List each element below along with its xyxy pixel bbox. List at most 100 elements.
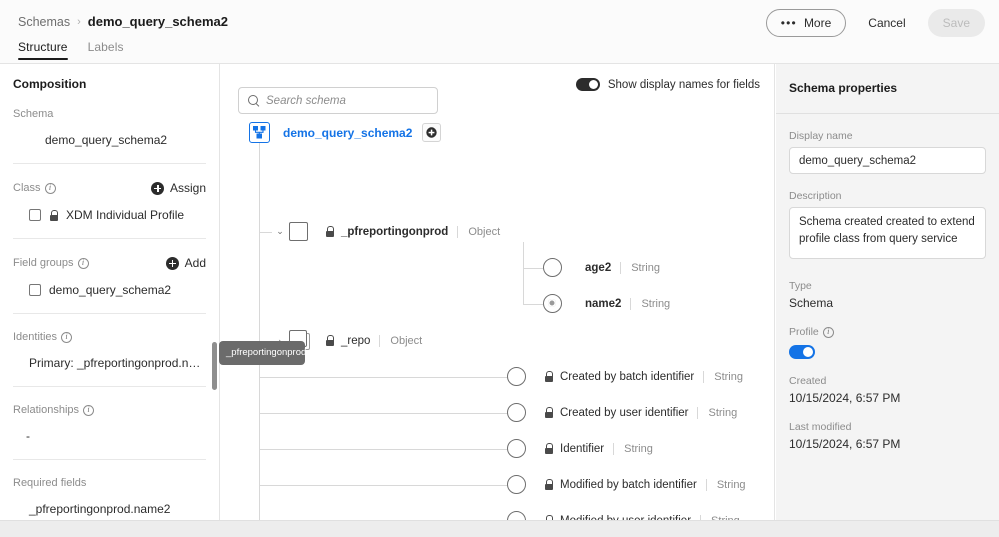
plus-icon [165, 256, 179, 270]
lock-icon [325, 226, 334, 237]
field-circle-icon [507, 403, 526, 422]
required-fields-header: Required fields [13, 477, 206, 489]
add-field-group-button[interactable]: Add [165, 256, 206, 270]
search-input[interactable] [266, 94, 428, 107]
profile-label-text: Profile [789, 326, 819, 338]
field-group-checkbox[interactable] [29, 284, 41, 296]
class-checkbox[interactable] [29, 209, 41, 221]
identity-item[interactable]: Primary: _pfreportingonprod.name2 | st..… [13, 356, 205, 370]
more-button[interactable]: ••• More [765, 9, 847, 37]
tree-row[interactable]: name2 String [543, 294, 670, 313]
tree-row[interactable]: ⌄ _pfreportingonprod Object [274, 222, 500, 241]
tree-row[interactable]: Created by user identifier String [507, 403, 737, 422]
field-circle-icon [507, 511, 526, 520]
created-value: 10/15/2024, 6:57 PM [789, 391, 901, 405]
profile-toggle[interactable] [789, 345, 815, 359]
info-icon[interactable]: i [77, 257, 89, 269]
tree-trunk-line [259, 143, 260, 520]
class-item[interactable]: XDM Individual Profile [13, 208, 206, 222]
last-modified-label: Last modified [789, 421, 852, 433]
tree-row-name[interactable]: name2 [585, 298, 621, 310]
show-display-names-label: Show display names for fields [607, 78, 760, 91]
tree-row-name[interactable]: Modified by batch identifier [560, 479, 697, 491]
required-fields-section: Required fields _pfreportingonprod.name2 [0, 477, 219, 516]
breadcrumb: Schemas › demo_query_schema2 [18, 14, 228, 29]
lock-icon [544, 407, 553, 418]
tree-row-type: String [705, 478, 746, 491]
breadcrumb-schemas-link[interactable]: Schemas [18, 15, 70, 29]
cancel-button[interactable]: Cancel [853, 9, 920, 37]
lock-icon [544, 371, 553, 382]
tree-row-name[interactable]: Created by user identifier [560, 407, 688, 419]
field-groups-label-text: Field groups [13, 257, 74, 269]
info-icon[interactable]: i [61, 331, 73, 343]
relationships-label-text: Relationships [13, 404, 80, 416]
breadcrumb-current: demo_query_schema2 [87, 14, 228, 29]
tree-row-name[interactable]: Identifier [560, 443, 604, 455]
tree-connector [259, 232, 272, 233]
tree-connector [259, 485, 507, 486]
show-display-names-toggle[interactable] [575, 78, 600, 91]
tree-row-name[interactable]: age2 [585, 262, 611, 274]
tree-row[interactable]: Created by batch identifier String [507, 367, 743, 386]
plus-icon [150, 181, 164, 195]
identity-field-icon [543, 294, 562, 313]
tree-connector [523, 268, 543, 269]
divider-schema [13, 163, 206, 164]
tree-row-type: String [703, 370, 743, 383]
save-button: Save [927, 9, 985, 37]
tree-root-row[interactable]: demo_query_schema2 [249, 122, 442, 143]
tab-labels[interactable]: Labels [88, 40, 124, 60]
divider-field-groups [13, 313, 206, 314]
tab-structure[interactable]: Structure [18, 40, 68, 60]
assign-class-button[interactable]: Assign [150, 181, 206, 195]
field-group-item-label: demo_query_schema2 [49, 283, 172, 297]
tree-row-name[interactable]: Created by batch identifier [560, 371, 694, 383]
tree-row[interactable]: Identifier String [507, 439, 653, 458]
tree-root-label[interactable]: demo_query_schema2 [283, 126, 412, 140]
info-icon[interactable]: i [822, 326, 834, 338]
identities-section: Identities i Primary: _pfreportingonprod… [0, 331, 219, 370]
display-name-input[interactable] [789, 147, 986, 174]
toggle-knob [803, 347, 813, 357]
identities-header: Identities i [13, 331, 206, 343]
tree-row[interactable]: Modified by user identifier String [507, 511, 740, 520]
field-path-tooltip: _pfreportingonprod.name2 [219, 341, 338, 365]
schema-section-header: Schema [13, 108, 206, 120]
schema-name-item[interactable]: demo_query_schema2 [13, 133, 206, 147]
divider-class [13, 238, 206, 239]
toggle-knob [588, 80, 598, 89]
lock-icon [325, 335, 334, 346]
info-icon[interactable]: i [44, 182, 56, 194]
chevron-down-icon[interactable]: ⌄ [274, 226, 286, 237]
tree-row-type: String [620, 261, 660, 274]
field-circle-icon [507, 367, 526, 386]
search-schema-box[interactable] [238, 87, 438, 114]
search-icon [248, 95, 259, 106]
class-item-label: XDM Individual Profile [66, 208, 185, 222]
tree-row-name[interactable]: _pfreportingonprod [341, 226, 448, 238]
schema-name-label: demo_query_schema2 [45, 133, 168, 147]
lock-icon [544, 443, 553, 454]
tree-connector [523, 304, 543, 305]
description-textarea[interactable] [789, 207, 986, 259]
description-label: Description [789, 190, 842, 202]
profile-label: Profile i [789, 326, 986, 338]
field-groups-header: Field groups i Add [13, 256, 206, 270]
tree-row-type: String [697, 406, 737, 419]
add-field-icon[interactable] [422, 123, 442, 142]
class-section-header: Class i Assign [13, 181, 206, 195]
last-modified-value: 10/15/2024, 6:57 PM [789, 437, 901, 451]
tree-row-type: String [613, 442, 653, 455]
identities-label: Identities i [13, 331, 73, 343]
required-fields-label: Required fields [13, 477, 87, 489]
tree-connector [259, 413, 507, 414]
field-group-item[interactable]: demo_query_schema2 [13, 283, 206, 297]
tree-row[interactable]: Modified by batch identifier String [507, 475, 746, 494]
display-names-toggle-row: Show display names for fields [575, 78, 760, 91]
left-panel-scrollbar[interactable] [212, 342, 217, 390]
tree-row[interactable]: age2 String [543, 258, 660, 277]
tree-row-name[interactable]: _repo [341, 335, 370, 347]
relationships-header: Relationships i [13, 404, 206, 416]
info-icon[interactable]: i [83, 404, 95, 416]
